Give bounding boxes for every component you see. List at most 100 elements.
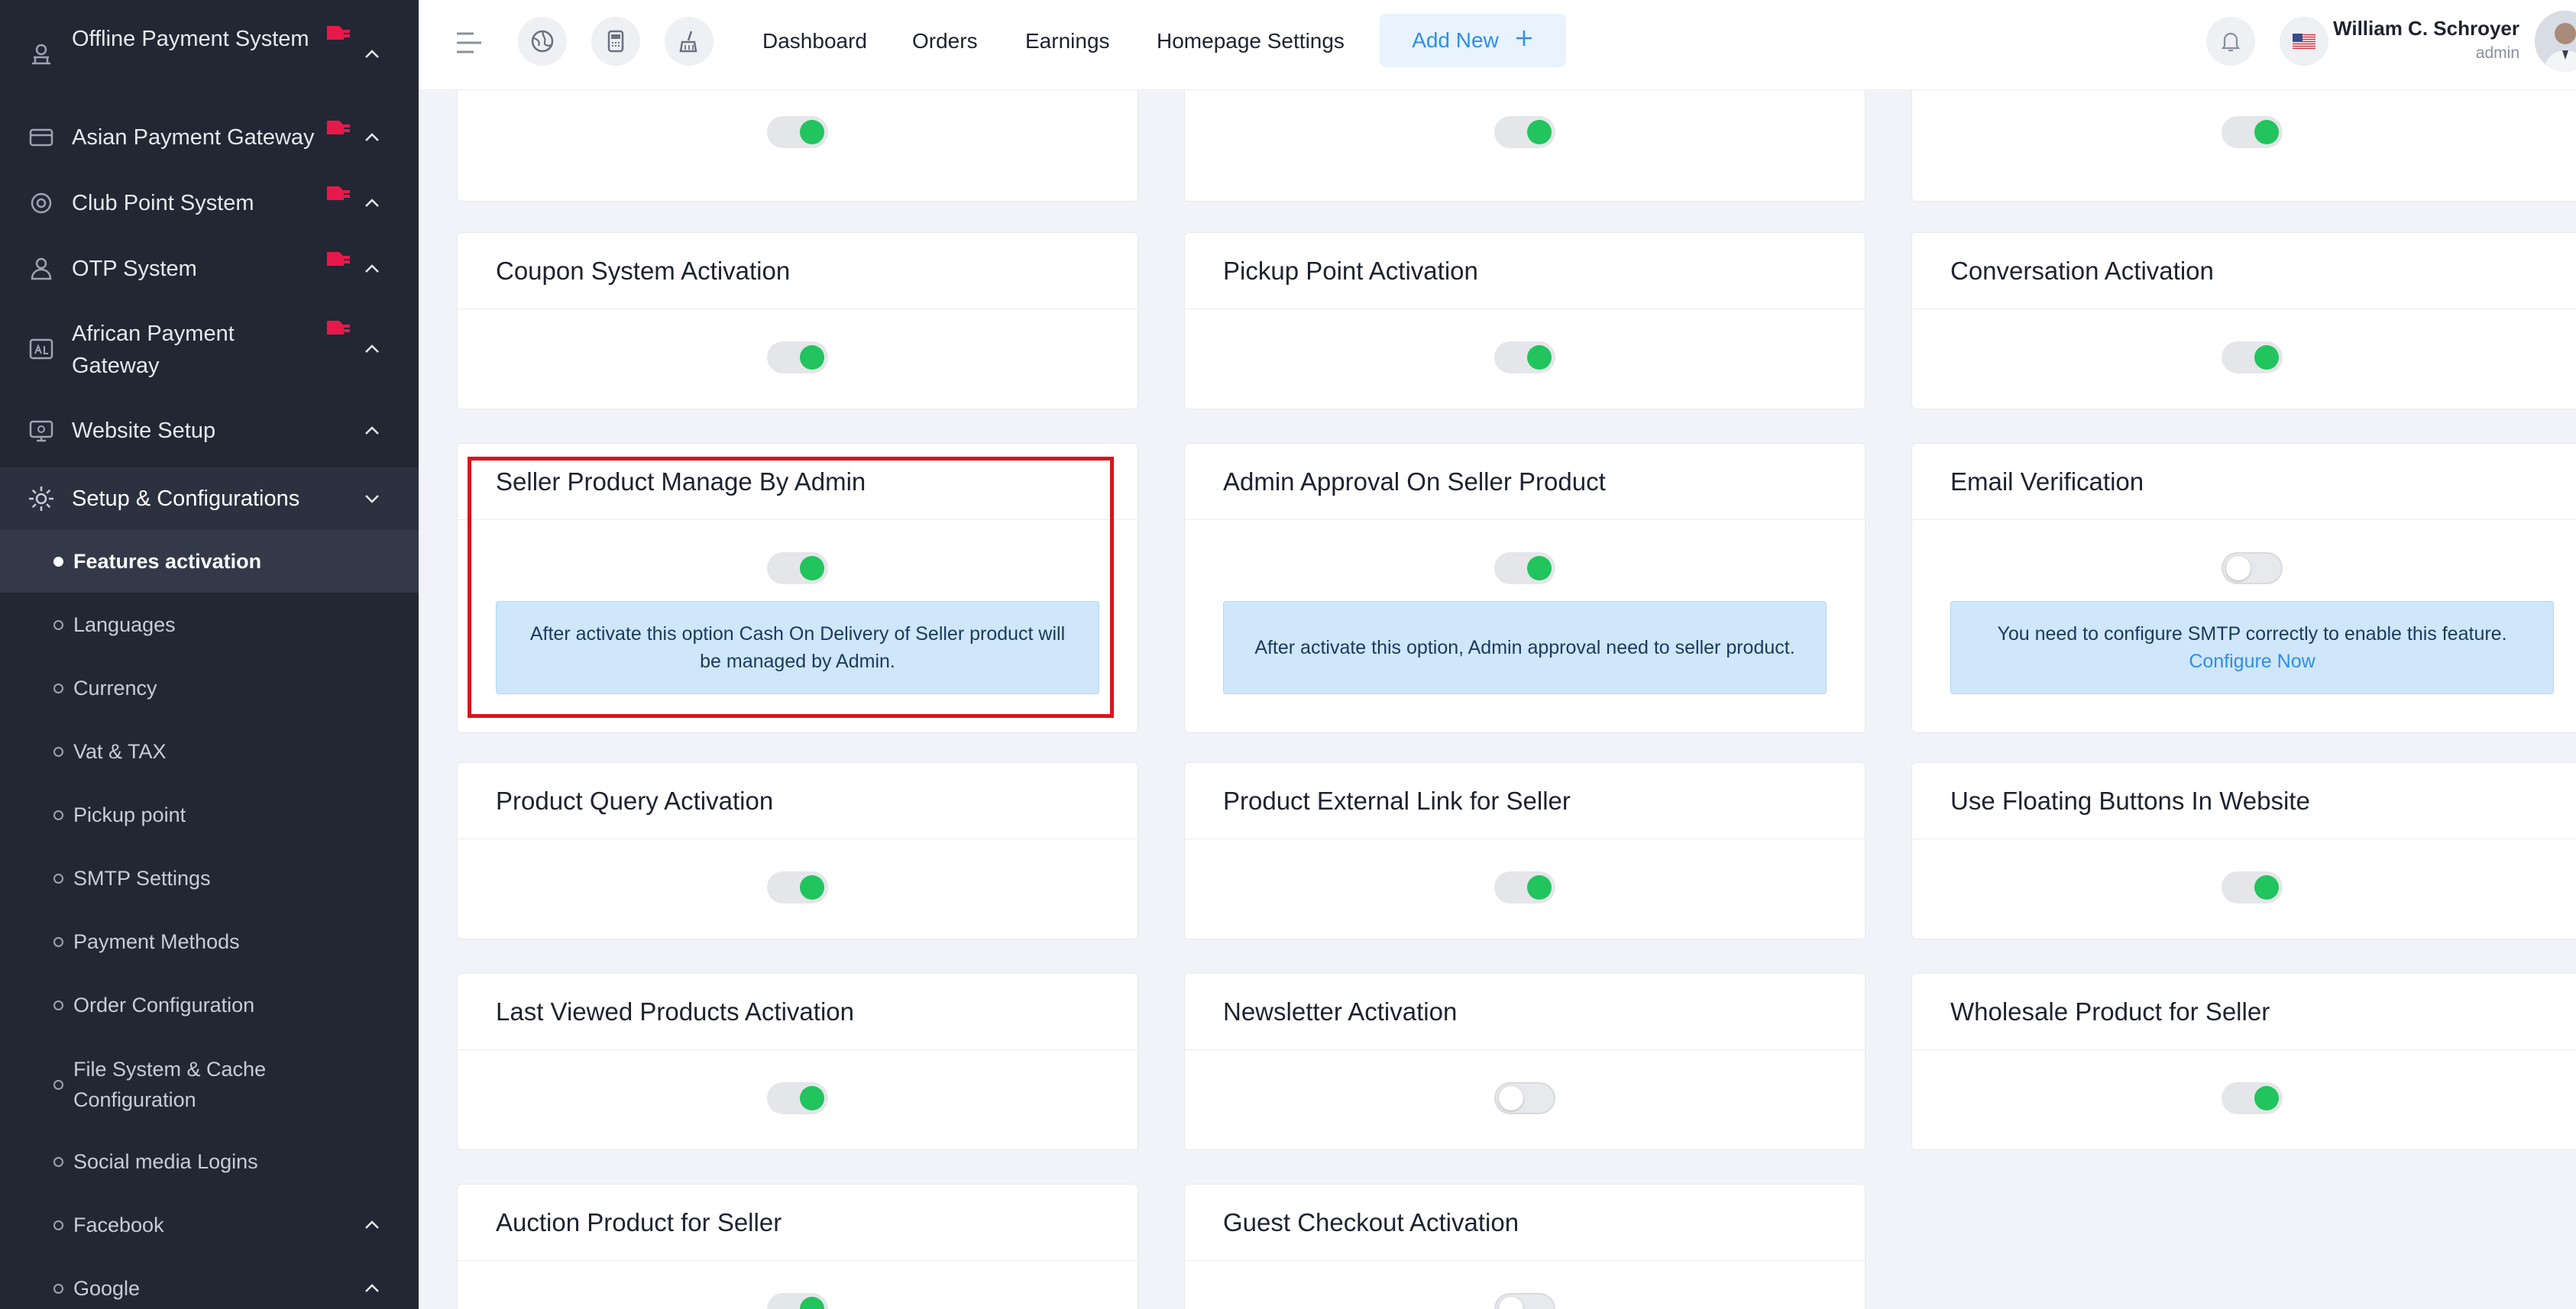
card-title: Product Query Activation (496, 786, 774, 815)
add-new-label: Add New (1412, 28, 1499, 52)
sidebar-subitem-label: Facebook (73, 1214, 164, 1236)
african-gateway-icon (26, 334, 57, 364)
toggle-knob (2254, 345, 2279, 370)
nav-dashboard[interactable]: Dashboard (762, 26, 867, 57)
card-title: Newsletter Activation (1223, 997, 1458, 1026)
toggle-knob (1527, 875, 1552, 900)
card-title: Auction Product for Seller (496, 1207, 782, 1236)
info-alert: After activate this option, Admin approv… (1223, 601, 1827, 694)
card-email-verification: Email Verification You need to configure… (1911, 443, 2576, 733)
chevron-up-icon (359, 41, 385, 67)
toggle-knob (800, 875, 824, 900)
pickup-point-toggle[interactable] (1494, 341, 1555, 373)
nav-earnings[interactable]: Earnings (1025, 26, 1110, 57)
card-wholesale-product: Wholesale Product for Seller (1911, 973, 2576, 1150)
sidebar-subitem-smtp-settings[interactable]: SMTP Settings (0, 847, 419, 910)
feature-card (457, 90, 1138, 202)
sidebar-item-label: Website Setup (72, 419, 216, 443)
guest-checkout-toggle[interactable] (1494, 1293, 1555, 1309)
chevron-up-icon (359, 418, 385, 444)
sidebar-item-setup-configurations[interactable]: Setup & Configurations (0, 467, 419, 530)
bullet-icon (53, 1156, 63, 1167)
toggle-knob (1499, 1086, 1523, 1110)
bullet-icon (53, 619, 63, 630)
sidebar-subitem-features-activation[interactable]: Features activation (0, 530, 419, 593)
hamburger-menu-icon[interactable] (454, 27, 484, 58)
chevron-down-icon (359, 486, 385, 512)
sidebar-subitem-vat-tax[interactable]: Vat & TAX (0, 720, 419, 783)
sidebar-item-club-point[interactable]: Club Point System (0, 180, 419, 226)
toggle-knob (800, 1086, 824, 1110)
coupon-system-toggle[interactable] (767, 341, 828, 373)
product-query-toggle[interactable] (767, 871, 828, 903)
sidebar-item-label: OTP System (72, 257, 197, 281)
bullet-icon (53, 556, 63, 567)
clear-cache-broom-icon[interactable] (665, 17, 714, 66)
chevron-up-icon (359, 124, 385, 150)
sidebar-subitem-label: Vat & TAX (73, 740, 167, 763)
avatar[interactable] (2535, 11, 2576, 72)
feature-toggle[interactable] (1494, 116, 1555, 148)
user-role: admin (2475, 44, 2519, 62)
nav-orders[interactable]: Orders (912, 26, 978, 57)
sidebar-item-offline-payment[interactable]: Offline Payment System (0, 20, 419, 89)
sidebar-item-label: Offline Payment System (72, 27, 309, 51)
pos-terminal-icon[interactable] (591, 17, 640, 66)
card-title: Conversation Activation (1950, 256, 2214, 285)
feature-card (1184, 90, 1866, 202)
card-title: Wholesale Product for Seller (1950, 997, 2270, 1026)
sidebar-subitem-payment-methods[interactable]: Payment Methods (0, 910, 419, 973)
card-title: Seller Product Manage By Admin (496, 467, 866, 496)
feature-toggle[interactable] (2222, 116, 2283, 148)
configure-now-link[interactable]: Configure Now (2189, 648, 2315, 675)
card-product-external-link: Product External Link for Seller (1184, 762, 1866, 939)
sidebar-subitem-currency[interactable]: Currency (0, 657, 419, 719)
bell-icon[interactable] (2206, 17, 2255, 66)
card-seller-product-manage: Seller Product Manage By Admin After act… (457, 443, 1138, 733)
sidebar-subitem-social-media-logins[interactable]: Social media Logins (0, 1130, 419, 1193)
card-title: Product External Link for Seller (1223, 786, 1571, 815)
otp-icon (26, 254, 57, 284)
product-external-link-toggle[interactable] (1494, 871, 1555, 903)
email-verification-toggle[interactable] (2222, 552, 2283, 584)
sidebar-subitem-label: Payment Methods (73, 930, 240, 953)
sidebar-subitem-order-configuration[interactable]: Order Configuration (0, 974, 419, 1036)
info-text: You need to configure SMTP correctly to … (1997, 623, 2507, 645)
toggle-knob (1527, 120, 1552, 144)
sidebar-subitem-file-system-cache[interactable]: File System & Cache Configuration (0, 1048, 419, 1121)
auction-product-toggle[interactable] (767, 1293, 828, 1309)
wholesale-product-toggle[interactable] (2222, 1082, 2283, 1114)
sidebar-item-african-payment[interactable]: African Payment Gateway (0, 315, 419, 383)
sidebar-item-website-setup[interactable]: Website Setup (0, 408, 419, 454)
toggle-knob (800, 345, 824, 370)
seller-product-manage-toggle[interactable] (767, 552, 828, 584)
add-new-button[interactable]: Add New (1380, 14, 1566, 67)
toggle-knob (800, 120, 824, 144)
addon-badge-icon (324, 118, 353, 139)
conversation-toggle[interactable] (2222, 341, 2283, 373)
sidebar-subitem-facebook[interactable]: Facebook (0, 1194, 419, 1256)
newsletter-toggle[interactable] (1494, 1082, 1555, 1114)
feature-toggle[interactable] (767, 116, 828, 148)
sidebar-subitem-languages[interactable]: Languages (0, 593, 419, 656)
sidebar-subitem-label: Google (73, 1277, 141, 1300)
sidebar-item-label: Setup & Configurations (72, 486, 300, 511)
us-flag-icon[interactable] (2280, 17, 2328, 66)
sidebar-subitem-google[interactable]: Google (0, 1257, 419, 1309)
card-pickup-point: Pickup Point Activation (1184, 232, 1866, 409)
feature-card (1911, 90, 2576, 202)
user-name[interactable]: William C. Schroyer (2333, 17, 2519, 40)
floating-buttons-toggle[interactable] (2222, 871, 2283, 903)
globe-icon[interactable] (518, 17, 567, 66)
addon-badge-icon (324, 183, 353, 205)
addon-badge-icon (324, 318, 353, 339)
bank-icon (26, 39, 57, 69)
last-viewed-products-toggle[interactable] (767, 1082, 828, 1114)
card-newsletter: Newsletter Activation (1184, 973, 1866, 1150)
sidebar-item-asian-payment[interactable]: Asian Payment Gateway (0, 115, 419, 160)
sidebar-item-otp[interactable]: OTP System (0, 246, 419, 292)
nav-homepage-settings[interactable]: Homepage Settings (1157, 26, 1345, 57)
sidebar-subitem-pickup-point[interactable]: Pickup point (0, 784, 419, 846)
bullet-icon (53, 1220, 63, 1230)
admin-approval-toggle[interactable] (1494, 552, 1555, 584)
